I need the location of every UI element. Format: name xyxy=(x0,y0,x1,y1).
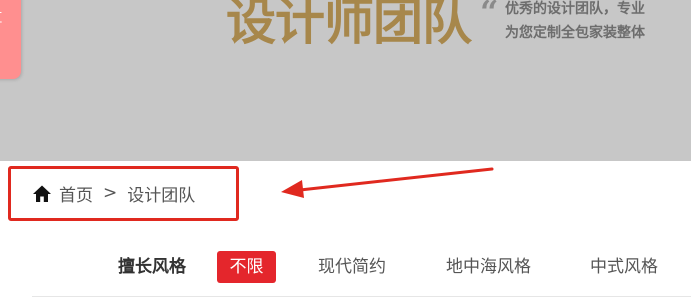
filter-option-mediterranean[interactable]: 地中海风格 xyxy=(446,251,531,283)
banner-title: 设计师团队 xyxy=(226,0,472,51)
quote-mark: “ xyxy=(480,0,499,31)
page: 设计师团队 “ 优秀的设计团队，专业 为您定制全包家装整体 分 享 首页 > 设… xyxy=(0,0,691,303)
breadcrumb-home-link[interactable]: 首页 xyxy=(59,181,93,206)
home-icon[interactable] xyxy=(32,184,52,203)
filter-label: 擅长风格 xyxy=(118,257,186,277)
share-label-part2: 享 xyxy=(0,10,5,28)
filter-option-modern-minimalist[interactable]: 现代简约 xyxy=(318,251,386,283)
banner-subtitle-line1: 优秀的设计团队，专业 xyxy=(505,1,645,17)
banner-subtitle-line2: 为您定制全包家装整体 xyxy=(505,25,645,41)
filter-option-chinese-style[interactable]: 中式风格 xyxy=(590,251,658,283)
hero-banner: 设计师团队 “ 优秀的设计团队，专业 为您定制全包家装整体 xyxy=(0,0,691,161)
share-tab[interactable]: 分 享 xyxy=(0,0,21,79)
breadcrumb: 首页 > 设计团队 xyxy=(32,180,195,206)
style-filter-row: 擅长风格 不限 现代简约 地中海风格 中式风格 xyxy=(0,244,691,290)
divider xyxy=(32,296,691,297)
breadcrumb-current: 设计团队 xyxy=(127,185,196,206)
filter-option-unlimited[interactable]: 不限 xyxy=(217,251,276,283)
breadcrumb-separator: > xyxy=(103,183,118,203)
share-label-part1: 分 xyxy=(0,0,5,4)
